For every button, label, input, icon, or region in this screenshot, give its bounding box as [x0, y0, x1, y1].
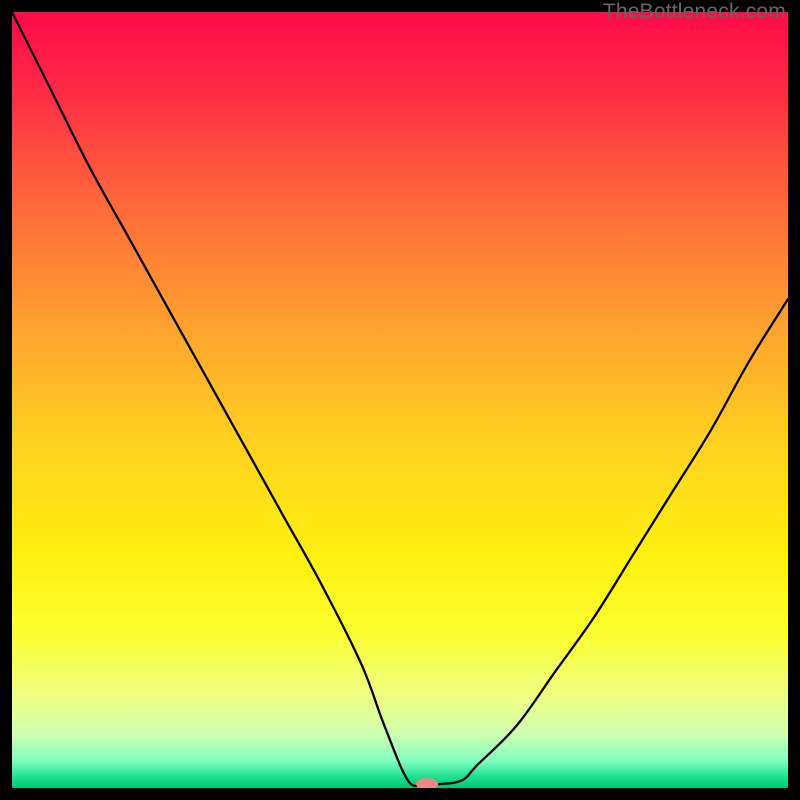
gradient-background: [12, 12, 788, 788]
plot-area: [12, 12, 788, 788]
chart-container: TheBottleneck.com: [0, 0, 800, 800]
watermark-text: TheBottleneck.com: [603, 0, 786, 24]
chart-svg: [12, 12, 788, 788]
